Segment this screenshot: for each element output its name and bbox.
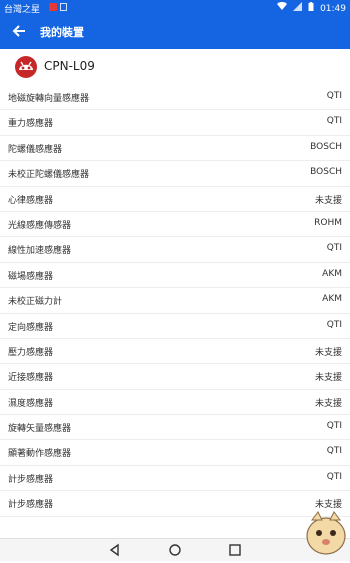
sensor-row: 重力感應器 QTI xyxy=(0,110,350,136)
sensor-name: 旋轉矢量感應器 xyxy=(8,424,72,435)
arrow-back-icon[interactable] xyxy=(10,21,28,41)
sensor-row: 光線感應傳感器 ROHM xyxy=(0,211,350,238)
sensor-name: 光線感應傳感器 xyxy=(8,220,72,231)
nav-home-icon[interactable] xyxy=(166,541,184,559)
antutu-logo-icon xyxy=(14,55,38,79)
sensor-name: 磁場感應器 xyxy=(8,271,54,282)
sensor-vendor: QTI xyxy=(326,471,342,482)
sensor-name: 陀螺儀感應器 xyxy=(8,144,63,155)
sensor-vendor: QTI xyxy=(326,421,342,432)
sensor-row: 心律感應器 未支援 xyxy=(0,186,350,212)
sensor-row: 磁場感應器 AKM xyxy=(0,262,350,289)
sensor-row: 未校正陀螺儀感應器 BOSCH xyxy=(0,161,350,187)
sensor-name: 計步感應器 xyxy=(8,474,54,485)
sensor-row: 旋轉矢量感應器 QTI xyxy=(0,415,350,441)
sensor-name: 心律感應器 xyxy=(8,195,54,206)
sensor-vendor: 未支援 xyxy=(314,373,342,384)
sensor-name: 壓力感應器 xyxy=(8,347,54,358)
carrier-name: 台灣之星 xyxy=(4,5,41,15)
sensor-name: 未校正陀螺儀感應器 xyxy=(8,170,90,181)
sensor-name: 顯著動作感應器 xyxy=(8,449,72,460)
app-bar: 我的裝置 xyxy=(0,15,350,49)
sensor-vendor: QTI xyxy=(326,319,342,330)
sensor-name: 計步感應器 xyxy=(8,500,54,511)
sensor-row: 濕度感應器 未支援 xyxy=(0,389,350,416)
sensor-vendor: BOSCH xyxy=(310,141,342,152)
sim-notification-icon xyxy=(60,3,67,11)
sensor-name: 未校正磁力計 xyxy=(8,297,63,308)
sensor-vendor: 未支援 xyxy=(314,347,342,358)
sensor-row: 計步感應器 未支援 xyxy=(0,491,350,517)
navigation-bar xyxy=(0,538,350,561)
sensor-name: 線性加速感應器 xyxy=(8,246,72,257)
sensor-vendor: BOSCH xyxy=(310,167,342,178)
sensor-name: 近接感應器 xyxy=(8,373,54,384)
sensor-vendor: QTI xyxy=(326,243,342,254)
sensor-row: 壓力感應器 未支援 xyxy=(0,338,350,365)
sensor-list: 地磁旋轉向量感應器 QTI 重力感應器 QTI 陀螺儀感應器 BOSCH 未校正陀螺儀感應器… xyxy=(0,85,350,517)
sensor-vendor: AKM xyxy=(322,268,342,279)
sensor-row: 地磁旋轉向量感應器 QTI xyxy=(0,85,350,111)
device-header: CPN-L09 xyxy=(0,49,350,86)
sensor-row: 線性加速感應器 QTI xyxy=(0,237,350,263)
clock: 01:49 xyxy=(320,4,346,14)
sensor-name: 地磁旋轉向量感應器 xyxy=(8,94,90,104)
sensor-row: 計步感應器 QTI xyxy=(0,465,350,492)
sensor-name: 重力感應器 xyxy=(8,119,54,130)
sensor-vendor: QTI xyxy=(326,446,342,457)
wifi-icon xyxy=(277,1,290,14)
sensor-vendor: QTI xyxy=(326,116,342,127)
battery-icon xyxy=(308,2,317,14)
status-bar: 台灣之星 01:49 xyxy=(0,0,350,15)
sensor-vendor: AKM xyxy=(322,294,342,305)
mascot-watermark-icon xyxy=(304,506,348,558)
nav-recent-icon[interactable] xyxy=(226,541,244,559)
notification-icon xyxy=(49,3,57,11)
sensor-vendor: ROHM xyxy=(314,217,342,228)
sensor-row: 顯著動作感應器 QTI xyxy=(0,440,350,466)
device-name: CPN-L09 xyxy=(44,59,95,73)
sensor-vendor: 未支援 xyxy=(314,398,342,409)
signal-icon xyxy=(293,2,305,14)
sensor-row: 未校正磁力計 AKM xyxy=(0,288,350,314)
sensor-name: 定向感應器 xyxy=(8,322,54,333)
sensor-row: 定向感應器 QTI xyxy=(0,313,350,339)
status-right: 01:49 xyxy=(274,1,346,14)
sensor-name: 濕度感應器 xyxy=(8,398,54,409)
sensor-row: 近接感應器 未支援 xyxy=(0,364,350,390)
sensor-row: 陀螺儀感應器 BOSCH xyxy=(0,135,350,162)
nav-back-icon[interactable] xyxy=(106,541,124,559)
page-title: 我的裝置 xyxy=(40,26,84,39)
sensor-vendor: 未支援 xyxy=(314,195,342,206)
sensor-vendor: QTI xyxy=(326,91,342,101)
